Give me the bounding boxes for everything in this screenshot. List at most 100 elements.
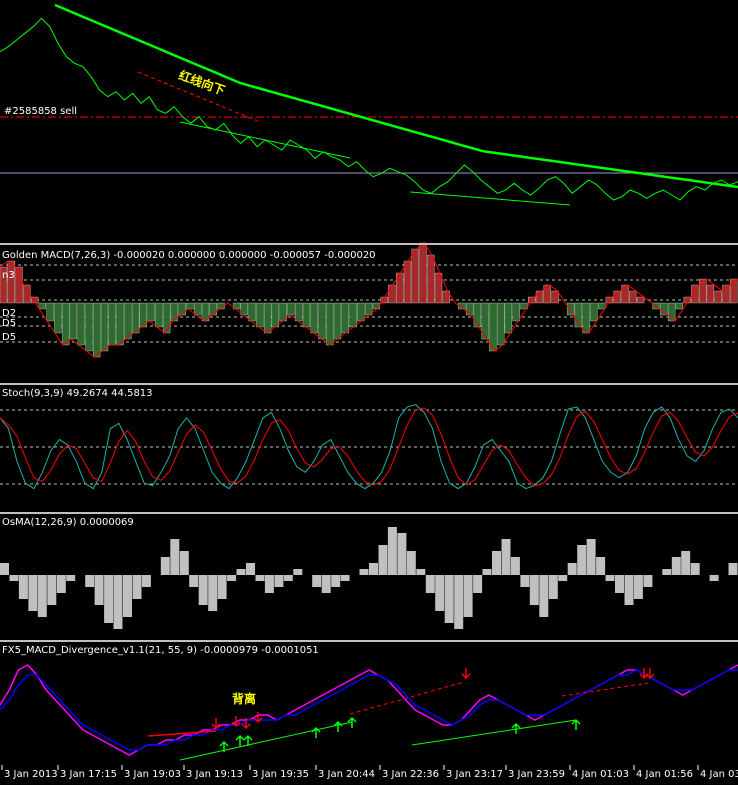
macd-bar [310, 302, 318, 334]
osma-bar [198, 575, 208, 605]
macd-bar [357, 302, 365, 322]
osma-bar [264, 575, 274, 593]
macd-bar [131, 302, 140, 334]
order-label[interactable]: #2585858 sell [4, 106, 77, 118]
osma-bar [406, 551, 416, 575]
macd-bar [209, 302, 217, 316]
macd-bar [341, 302, 349, 334]
osma-bar [425, 575, 435, 593]
macd-bar [116, 302, 124, 346]
panel-separator[interactable] [0, 243, 738, 245]
panel-separator[interactable] [0, 512, 738, 514]
osma-bar [255, 575, 265, 581]
macd-bar [155, 302, 163, 328]
macd-bar [512, 302, 520, 322]
osma-bar [283, 575, 293, 581]
x-tick-label: 3 Jan 19:35 [252, 769, 309, 780]
osma-bar [208, 575, 218, 611]
osma-bar [217, 575, 227, 599]
macd-bar [660, 302, 668, 316]
osma-bar [18, 575, 28, 599]
osma-bar [141, 575, 151, 587]
osma-bar [709, 575, 719, 581]
macd-bar [38, 302, 46, 310]
macd-bar [147, 302, 155, 322]
osma-bar [236, 569, 246, 575]
osma-bar [662, 569, 672, 575]
macd-bar [85, 302, 93, 352]
arrow-down-icon [461, 668, 471, 680]
osma-bar [416, 569, 426, 575]
macd-bar [403, 260, 412, 304]
divergence-green-line [411, 719, 577, 746]
osma-header: OsMA(12,26,9) 0.0000069 [2, 517, 134, 528]
macd-bar [124, 302, 132, 340]
x-tick-label: 3 Jan 23:17 [446, 769, 503, 780]
macd-bar [162, 302, 171, 334]
osma-bar [567, 563, 577, 575]
macd-bar [333, 302, 342, 340]
panel-separator[interactable] [0, 383, 738, 385]
x-tick-label: 3 Jan 20:44 [318, 769, 375, 780]
osma-bar [94, 575, 104, 605]
osma-bar [85, 575, 95, 587]
osma-bar [56, 575, 66, 593]
macd-bar [629, 290, 637, 304]
stoch-header: Stoch(9,3,9) 49.2674 44.5813 [2, 388, 153, 399]
osma-bar [397, 533, 407, 575]
osma-bar [104, 575, 114, 623]
macd-bar [419, 242, 427, 304]
divergence-slow-line [0, 669, 738, 751]
x-tick-label: 3 Jan 22:36 [382, 769, 439, 780]
osma-bar [246, 563, 255, 575]
macd-header: Golden MACD(7,26,3) -0.000020 0.000000 0… [2, 250, 376, 261]
osma-bar [312, 575, 322, 587]
x-tick-label: 3 Jan 2013 [4, 769, 58, 780]
macd-bar [566, 302, 575, 316]
osma-bar [596, 557, 606, 575]
osma-bar [633, 575, 643, 599]
macd-bar [675, 302, 684, 310]
divergence-green-line [179, 721, 353, 761]
macd-bar [551, 290, 559, 304]
osma-bar [274, 575, 284, 587]
osma-bar [227, 575, 237, 581]
osma-bar [37, 575, 47, 617]
osma-bar [321, 575, 331, 593]
macd-bar [706, 284, 715, 304]
macd-bar [100, 302, 109, 352]
macd-bar [349, 302, 357, 328]
macd-bar [7, 260, 15, 304]
arrow-up-icon [333, 720, 343, 732]
macd-bar [699, 278, 707, 304]
divergence-fast-line [0, 664, 738, 756]
osma-bar [624, 575, 634, 605]
macd-level-1: n3 [2, 270, 15, 281]
macd-bar [434, 272, 443, 304]
macd-bar [46, 302, 54, 322]
osma-bar [369, 563, 378, 575]
macd-level-3: D5 [2, 318, 17, 329]
osma-bar [492, 551, 501, 575]
osma-bar [681, 551, 691, 575]
macd-bar [77, 302, 85, 346]
macd-bar [61, 302, 70, 346]
osma-bar [331, 575, 341, 587]
macd-bar [427, 254, 435, 304]
x-tick-label: 3 Jan 17:15 [60, 769, 117, 780]
osma-bar [435, 575, 445, 611]
osma-bar [586, 539, 596, 575]
osma-bar [189, 575, 199, 587]
osma-bar [387, 527, 397, 575]
x-tick-label: 3 Jan 19:13 [186, 769, 243, 780]
osma-bar [548, 575, 558, 599]
x-tick-label: 4 Jan 01:56 [636, 769, 693, 780]
macd-bar [411, 248, 419, 304]
osma-bar [728, 563, 738, 575]
panel-separator[interactable] [0, 640, 738, 642]
osma-bar [293, 569, 303, 575]
macd-bar [636, 296, 645, 304]
macd-bar [388, 284, 396, 304]
x-tick-label: 3 Jan 23:59 [508, 769, 565, 780]
osma-bar [170, 539, 180, 575]
